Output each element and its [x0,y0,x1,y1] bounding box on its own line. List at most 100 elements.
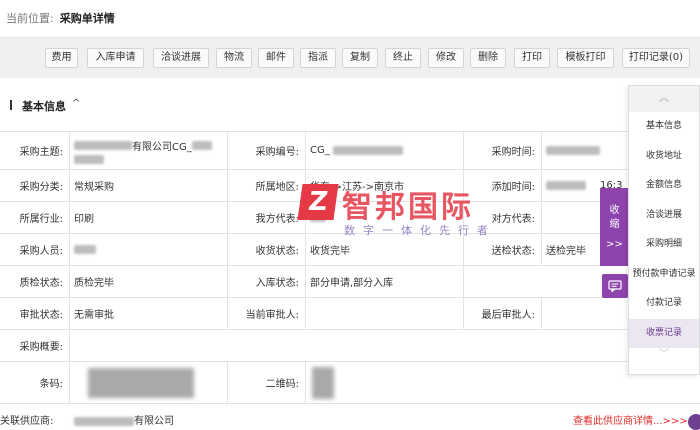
subject-value: 有限公司CG_ [70,132,228,169]
chevron-up-icon[interactable]: ^ [72,98,80,109]
qc-status-value: 质检完毕 [70,266,228,297]
terminate-button[interactable]: 终止 [385,48,421,68]
redacted-text [332,146,403,155]
supplier-row: 关联供应商: 有限公司 查看此供应商详情...>>> [0,404,700,430]
table-row: 采购主题: 有限公司CG_ 采购编号: CG_ 采购时间: [0,132,700,170]
their-rep-value [542,202,600,233]
nav-item-basic-info[interactable]: 基本信息 [629,112,699,142]
table-row: 质检状态: 质检完毕 入库状态: 部分申请,部分入库 [0,266,700,298]
view-supplier-link[interactable]: 查看此供应商详情...>>> [573,412,688,427]
current-approver-label: 当前审批人: [228,298,306,329]
breadcrumb-prefix: 当前位置: [6,12,54,25]
redacted-text [546,146,600,155]
time-label: 采购时间: [464,132,542,169]
our-rep-value [306,202,464,233]
nav-item-shipping-address[interactable]: 收货地址 [629,142,699,172]
redacted-text [191,140,212,150]
collapse-label: 收缩 [609,205,620,230]
top-bar: 当前位置: 采购单详情 [0,0,700,38]
barcode-value [70,362,228,403]
table-row: 审批状态: 无需审批 当前审批人: 最后审批人: [0,298,700,330]
subject-label: 采购主题: [0,132,70,169]
section-nav-panel: ︿ 基本信息 收货地址 金额信息 洽谈进展 采购明细 预付款申请记录 付款记录 … [628,85,700,375]
email-button[interactable]: 邮件 [258,48,294,68]
qrcode-label: 二维码: [228,362,306,403]
detail-table: 采购主题: 有限公司CG_ 采购编号: CG_ 采购时间: 采购分类: 常规采购… [0,131,700,404]
chat-icon[interactable] [602,274,628,298]
logistics-button[interactable]: 物流 [216,48,252,68]
barcode-image [88,367,194,398]
industry-label: 所属行业: [0,202,70,233]
buyer-label: 采购人员: [0,234,70,265]
added-label: 添加时间: [464,170,542,201]
redacted-text [546,181,586,190]
table-row: 所属行业: 印刷 我方代表: 对方代表: [0,202,700,234]
negotiation-button[interactable]: 洽谈进展 [153,48,209,68]
our-rep-label: 我方代表: [228,202,306,233]
their-rep-label: 对方代表: [464,202,542,233]
edit-button[interactable]: 修改 [428,48,464,68]
print-button[interactable]: 打印 [514,48,550,68]
nav-item-negotiation[interactable]: 洽谈进展 [629,201,699,231]
supplier-value: 有限公司 [74,412,174,427]
action-toolbar: 费用 入库申请 洽谈进展 物流 邮件 指派 复制 终止 修改 删除 打印 模板打… [0,38,700,78]
approve-status-label: 审批状态: [0,298,70,329]
nav-item-payment-records[interactable]: 付款记录 [629,289,699,319]
summary-value [70,330,630,361]
table-row: 条码: 二维码: [0,362,700,404]
supplier-text: 有限公司 [134,416,174,427]
summary-label: 采购概要: [0,330,70,361]
number-value: CG_ [306,132,464,169]
supplier-label: 关联供应商: [0,416,54,427]
number-label: 采购编号: [228,132,306,169]
nav-item-prepayment-records[interactable]: 预付款申请记录 [629,260,699,290]
assign-button[interactable]: 指派 [300,48,336,68]
table-row: 采购分类: 常规采购 所属地区: 华东->江苏->南京市 添加时间: 16:3 [0,170,700,202]
table-row: 采购概要: [0,330,700,362]
category-label: 采购分类: [0,170,70,201]
redacted-text [74,154,104,164]
approve-status-value: 无需审批 [70,298,228,329]
page-title: 采购单详情 [59,12,115,25]
template-print-button[interactable]: 模板打印 [557,48,614,68]
current-approver-value [306,298,464,329]
last-approver-label: 最后审批人: [464,298,542,329]
stock-apply-button[interactable]: 入库申请 [87,48,144,68]
subject-text: 有限公司CG_ [132,141,192,153]
fee-button[interactable]: 费用 [45,48,78,68]
section-header[interactable]: 基本信息 ^ [0,92,630,118]
region-label: 所属地区: [228,170,306,201]
receive-status-label: 收货状态: [228,234,306,265]
industry-value: 印刷 [70,202,228,233]
number-text: CG_ [310,145,330,156]
breadcrumb: 当前位置: 采购单详情 [6,10,115,26]
section-title: 基本信息 [22,100,66,113]
print-record-button[interactable]: 打印记录(0) [622,48,690,68]
category-value: 常规采购 [70,170,228,201]
region-value: 华东->江苏->南京市 [306,170,464,201]
nav-item-purchase-details[interactable]: 采购明细 [629,230,699,260]
buyer-value [70,234,228,265]
time-value [542,132,600,169]
barcode-label: 条码: [0,362,70,403]
inspect-send-label: 送检状态: [464,234,542,265]
double-chevron-right-icon: >> [606,239,623,250]
collapse-panel-button[interactable]: 收缩 >> [600,188,629,266]
nav-item-invoice-records[interactable]: 收票记录 [629,318,699,348]
chevron-down-icon[interactable]: ﹀ [629,348,699,362]
delete-button[interactable]: 删除 [470,48,506,68]
redacted-text [310,213,326,222]
redacted-text [74,416,134,426]
empty-cell [464,266,600,297]
receive-status-value: 收货完毕 [306,234,464,265]
table-row: 采购人员: 收货状态: 收货完毕 送检状态: 送检完毕 [0,234,700,266]
chevron-up-icon[interactable]: ︿ [629,86,699,112]
stock-status-label: 入库状态: [228,266,306,297]
section-marker [10,100,12,110]
qc-status-label: 质检状态: [0,266,70,297]
nav-item-amount-info[interactable]: 金额信息 [629,171,699,201]
copy-button[interactable]: 复制 [342,48,378,68]
inspect-send-value: 送检完毕 [546,246,586,257]
assistant-icon[interactable] [688,414,700,430]
qrcode-image [312,366,334,399]
